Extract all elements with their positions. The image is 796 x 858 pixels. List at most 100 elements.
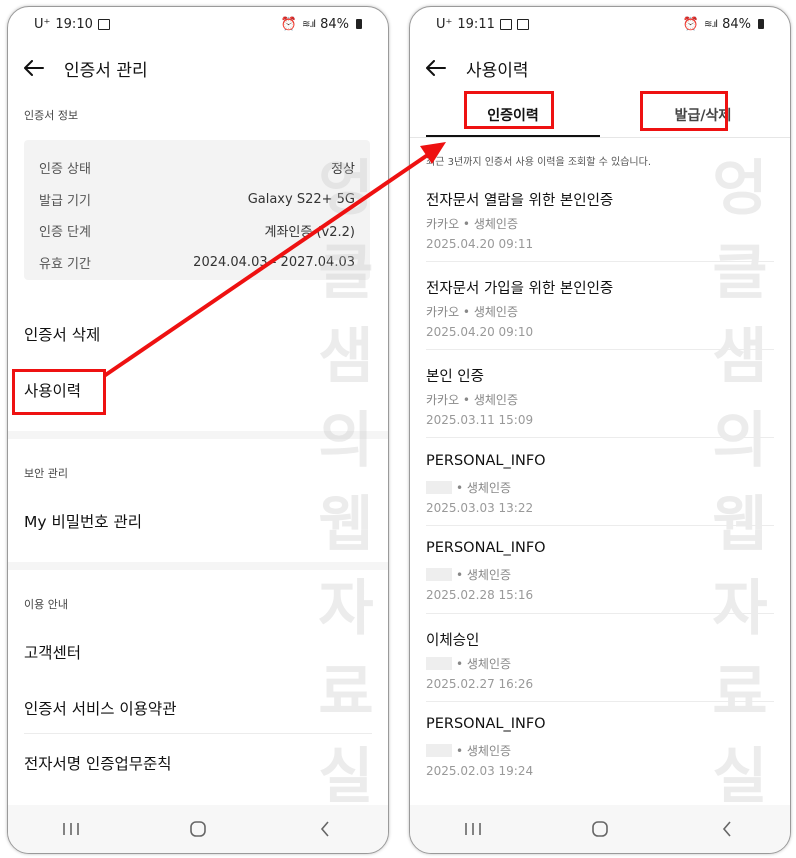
carrier-label: U⁺: [34, 16, 51, 32]
history-method: • 생체인증: [426, 655, 774, 672]
divider: [426, 349, 774, 350]
terms-of-service-menu[interactable]: 인증서 서비스 이용약관: [24, 697, 176, 719]
history-item: 전자문서 가입을 위한 본인인증 카카오 • 생체인증 2025.04.20 0…: [426, 277, 774, 339]
section-title-cert-info: 인증서 정보: [24, 109, 79, 122]
back-nav-icon[interactable]: [712, 817, 742, 841]
divider: [426, 525, 774, 526]
certificate-info-card: 인증 상태 정상 발급 기기 Galaxy S22+ 5G 인증 단계 계좌인증…: [24, 140, 370, 280]
history-item: PERSONAL_INFO • 생체인증 2025.02.28 15:16: [426, 540, 774, 602]
battery-percent: 84%: [722, 16, 751, 32]
back-arrow-icon[interactable]: [426, 57, 448, 79]
back-nav-icon[interactable]: [310, 817, 340, 841]
info-value: 계좌인증 (v2.2): [264, 224, 355, 240]
wifi-signal-icon: ≋.ıl: [301, 18, 316, 30]
info-row-level: 인증 단계 계좌인증 (v2.2): [39, 220, 355, 240]
highlight-box-usage-history: [12, 369, 106, 415]
back-arrow-icon[interactable]: [24, 57, 46, 79]
info-value: 2024.04.03 - 2027.04.03: [193, 254, 355, 270]
history-title: PERSONAL_INFO: [426, 716, 546, 732]
home-icon[interactable]: [183, 817, 213, 841]
wifi-signal-icon: ≋.ıl: [703, 18, 718, 30]
gallery-icon: [499, 18, 512, 30]
history-method-text: • 생체인증: [456, 568, 512, 582]
history-time: 2025.02.27 16:26: [426, 677, 534, 691]
delete-certificate-menu[interactable]: 인증서 삭제: [24, 323, 100, 345]
divider: [426, 701, 774, 702]
history-title: 본인 인증: [426, 369, 484, 385]
info-label: 발급 기기: [39, 193, 91, 209]
highlight-box-issue-delete: [640, 91, 728, 131]
info-row-validity: 유효 기간 2024.04.03 - 2027.04.03: [39, 252, 355, 272]
history-method: 카카오 • 생체인증: [426, 303, 774, 320]
info-value: 정상: [331, 161, 355, 177]
page-title: 사용이력: [466, 60, 529, 81]
highlight-box-auth-history: [464, 91, 554, 129]
history-method-text: • 생체인증: [456, 481, 512, 495]
alarm-icon: ⏰: [682, 16, 699, 32]
history-item: 전자문서 열람을 위한 본인인증 카카오 • 생체인증 2025.04.20 0…: [426, 189, 774, 251]
clock: 19:10: [55, 16, 93, 32]
history-method: • 생체인증: [426, 566, 774, 583]
history-title: 이체승인: [426, 633, 480, 649]
info-label: 인증 상태: [39, 161, 91, 177]
divider: [24, 733, 372, 734]
section-title-usage-guide: 이용 안내: [24, 598, 68, 611]
history-title: PERSONAL_INFO: [426, 453, 546, 469]
battery-icon: [758, 19, 764, 29]
info-label: 유효 기간: [39, 256, 91, 272]
alarm-icon: ⏰: [280, 16, 297, 32]
page-title: 인증서 관리: [64, 60, 148, 81]
history-time: 2025.03.11 15:09: [426, 413, 534, 427]
section-divider: [8, 431, 388, 439]
history-item: PERSONAL_INFO • 생체인증 2025.03.03 13:22: [426, 453, 774, 515]
history-method-text: • 생체인증: [456, 744, 512, 758]
history-title: PERSONAL_INFO: [426, 540, 546, 556]
history-notice: 최근 3년까지 인증서 사용 이력을 조회할 수 있습니다.: [426, 157, 651, 168]
system-nav-bar: [410, 805, 790, 853]
masked-provider: [426, 481, 452, 494]
status-bar: U⁺ 19:10 ⏰ ≋.ıl 84%: [8, 7, 388, 41]
history-time: 2025.02.03 19:24: [426, 764, 534, 778]
masked-provider: [426, 744, 452, 757]
history-time: 2025.04.20 09:10: [426, 325, 534, 339]
active-tab-indicator: [426, 135, 600, 137]
history-item: 본인 인증 카카오 • 생체인증 2025.03.11 15:09: [426, 365, 774, 427]
recent-apps-icon[interactable]: [458, 817, 488, 841]
history-item: PERSONAL_INFO • 생체인증 2025.02.03 19:24: [426, 716, 774, 778]
history-method-text: 카카오 • 생체인증: [426, 393, 518, 407]
tab-baseline: [410, 137, 790, 138]
history-title: 전자문서 가입을 위한 본인인증: [426, 281, 614, 297]
divider: [426, 613, 774, 614]
history-time: 2025.03.03 13:22: [426, 501, 534, 515]
section-divider: [8, 562, 388, 570]
customer-center-menu[interactable]: 고객센터: [24, 641, 81, 663]
history-item: 이체승인 • 생체인증 2025.02.27 16:26: [426, 629, 774, 691]
history-method-text: 카카오 • 생체인증: [426, 217, 518, 231]
history-method: 카카오 • 생체인증: [426, 391, 774, 408]
gallery-icon: [97, 18, 110, 30]
history-title: 전자문서 열람을 위한 본인인증: [426, 193, 614, 209]
history-method-text: 카카오 • 생체인증: [426, 305, 518, 319]
app-header: 사용이력: [410, 45, 790, 91]
section-title-security: 보안 관리: [24, 467, 68, 480]
battery-percent: 84%: [320, 16, 349, 32]
divider: [426, 261, 774, 262]
history-method: • 생체인증: [426, 479, 774, 496]
divider: [426, 437, 774, 438]
clock: 19:11: [457, 16, 495, 32]
history-method: • 생체인증: [426, 742, 774, 759]
info-row-status: 인증 상태 정상: [39, 157, 355, 177]
history-method: 카카오 • 생체인증: [426, 215, 774, 232]
status-bar: U⁺ 19:11 ⏰ ≋.ıl 84%: [410, 7, 790, 41]
phone-screen-usage-history: U⁺ 19:11 ⏰ ≋.ıl 84% 사용이력 엉클샘의웹자료실 인증이력 발…: [409, 6, 791, 854]
info-value: Galaxy S22+ 5G: [247, 191, 355, 207]
e-signature-practice-menu[interactable]: 전자서명 인증업무준칙: [24, 752, 172, 774]
history-time: 2025.04.20 09:11: [426, 237, 534, 251]
home-icon[interactable]: [585, 817, 615, 841]
carrier-label: U⁺: [436, 16, 453, 32]
masked-provider: [426, 568, 452, 581]
info-label: 인증 단계: [39, 224, 91, 240]
masked-provider: [426, 657, 452, 670]
password-management-menu[interactable]: My 비밀번호 관리: [24, 510, 142, 532]
recent-apps-icon[interactable]: [56, 817, 86, 841]
